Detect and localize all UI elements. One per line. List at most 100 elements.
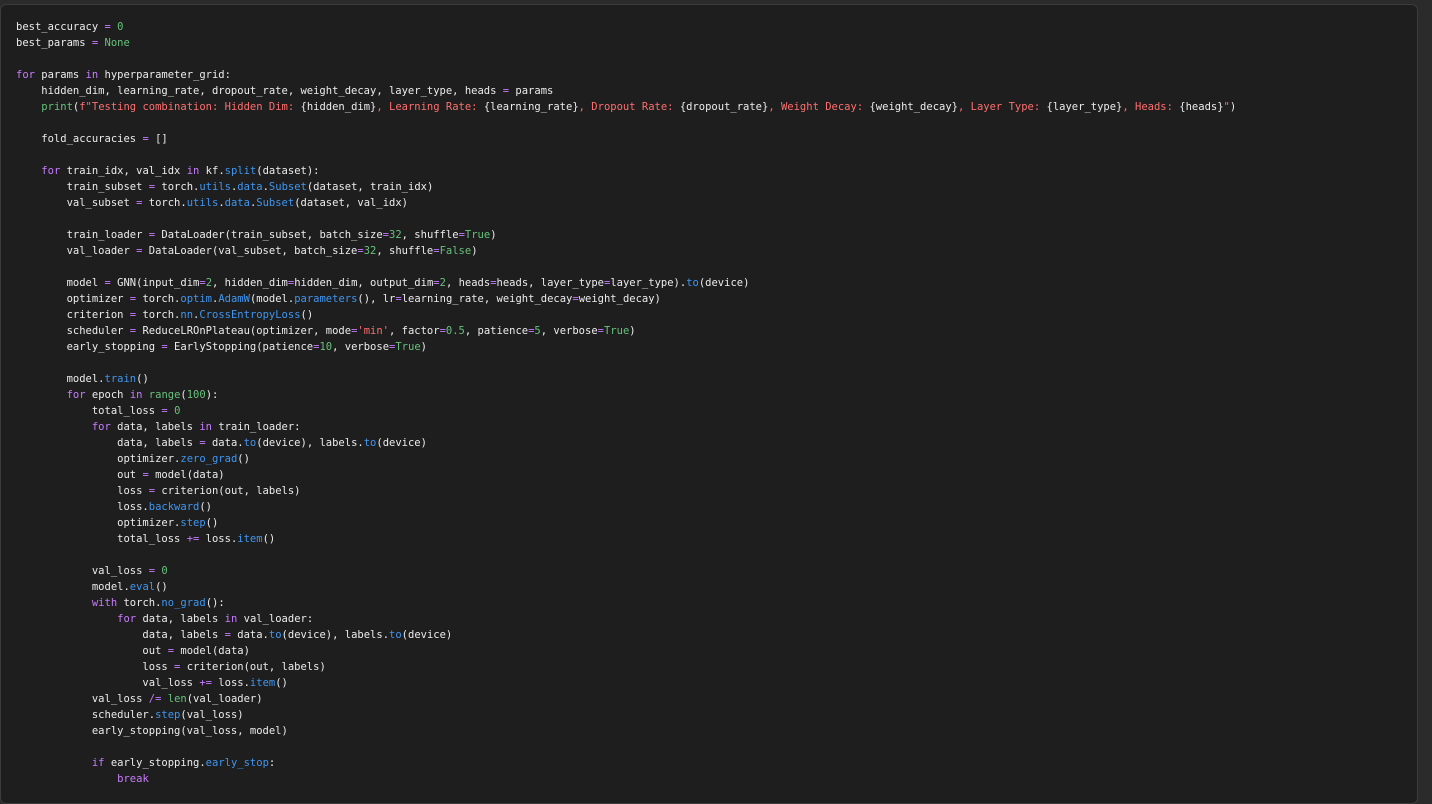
code-token: , Weight Decay:: [768, 101, 870, 113]
code-token: (): [300, 309, 314, 321]
code-token: in: [129, 389, 143, 401]
code-token: (dataset):: [256, 165, 320, 177]
code-token: , hidden_dim: [212, 277, 288, 289]
code-token: (): [199, 501, 212, 513]
code-token: data.: [230, 629, 269, 641]
code-token: (): [275, 677, 288, 689]
code-token: []: [148, 133, 168, 145]
code-token: loss.: [211, 677, 250, 689]
code-token: to: [243, 437, 257, 449]
code-token: , Learning Rate:: [376, 101, 484, 113]
code-token: (dataset, val_idx): [294, 197, 408, 209]
code-line: scheduler.step(val_loss): [16, 707, 1236, 723]
code-line: train_subset = torch.utils.data.Subset(d…: [16, 179, 1236, 195]
code-line: best_accuracy = 0: [16, 19, 1236, 35]
code-token: loss: [16, 661, 175, 673]
code-token: data, labels: [136, 613, 225, 625]
code-line: for train_idx, val_idx in kf.split(datas…: [16, 163, 1236, 179]
code-token: data: [224, 197, 250, 209]
code-token: step: [155, 709, 181, 721]
code-token: hyperparameter_grid:: [98, 69, 231, 81]
code-token: val_loss: [16, 565, 149, 577]
code-token: val_loader:: [237, 613, 314, 625]
code-token: print: [41, 101, 73, 113]
code-token: item: [237, 533, 263, 545]
code-token: optimizer: [16, 293, 130, 305]
code-line: with torch.no_grad():: [16, 595, 1236, 611]
code-token: eval: [129, 581, 156, 593]
code-token: optimizer.: [16, 517, 181, 529]
code-token: for: [41, 165, 61, 177]
code-token: AdamW: [218, 293, 250, 305]
code-line: for data, labels in val_loader:: [16, 611, 1236, 627]
code-token: torch.: [136, 309, 181, 321]
code-token: (), lr: [357, 293, 396, 305]
code-line: model.train(): [16, 371, 1236, 387]
code-line: model = GNN(input_dim=2, hidden_dim=hidd…: [16, 275, 1236, 291]
code-line: total_loss += loss.item(): [16, 531, 1236, 547]
code-token: heads, layer_type: [496, 277, 604, 289]
code-token: train_loader:: [212, 421, 301, 433]
code-token: zero_grad: [180, 453, 238, 465]
code-token: scheduler.: [16, 709, 156, 721]
code-token: split: [224, 165, 257, 177]
code-token: val_loader: [16, 245, 137, 257]
code-token: {dropout_rate}: [679, 101, 769, 113]
code-line: optimizer.step(): [16, 515, 1236, 531]
code-token: (): [155, 581, 168, 593]
code-token: params: [509, 85, 554, 97]
code-token: early_stopping.: [104, 757, 206, 769]
code-token: data, labels: [110, 421, 200, 433]
code-token: Subset: [256, 197, 295, 209]
code-line: optimizer = torch.optim.AdamW(model.para…: [16, 291, 1236, 307]
code-token: criterion: [16, 309, 130, 321]
code-token: torch.: [155, 181, 200, 193]
code-token: (device): [698, 277, 750, 289]
code-token: out: [16, 645, 168, 657]
code-token: EarlyStopping(patience: [167, 341, 314, 353]
code-line: model.eval(): [16, 579, 1236, 595]
code-token: criterion(out, labels): [180, 661, 326, 673]
code-token: True: [464, 229, 491, 241]
code-token: ): [471, 245, 478, 257]
code-token: (): [262, 533, 276, 545]
code-token: model(data): [174, 645, 250, 657]
code-line: print(f"Testing combination: Hidden Dim:…: [16, 99, 1236, 115]
code-token: 0: [161, 565, 168, 577]
code-token: model: [16, 277, 105, 289]
code-token: data.: [205, 437, 244, 449]
code-token: Subset: [268, 181, 307, 193]
code-token: ():: [205, 597, 225, 609]
code-token: backward: [148, 501, 200, 513]
code-token: torch.: [117, 597, 162, 609]
code-token: for: [117, 613, 137, 625]
code-token: +=: [186, 533, 200, 545]
code-token: +=: [199, 677, 212, 689]
code-token: optimizer.: [16, 453, 181, 465]
code-token: params: [34, 69, 86, 81]
code-token: loss: [16, 485, 149, 497]
code-token: (val_loader): [186, 693, 263, 705]
code-token: {heads}: [1179, 101, 1224, 113]
code-token: in: [199, 421, 212, 433]
code-token: in: [85, 69, 99, 81]
code-token: 'min': [357, 325, 389, 337]
code-token: 100: [186, 389, 206, 401]
code-line: out = model(data): [16, 643, 1236, 659]
code-token: :: [268, 757, 276, 769]
code-token: ): [1229, 101, 1237, 113]
code-token: item: [249, 677, 276, 689]
code-token: f"Testing combination: Hidden Dim:: [79, 101, 301, 113]
code-token: early_stopping: [16, 341, 162, 353]
code-token: weight_decay): [578, 293, 661, 305]
code-token: (val_loss): [180, 709, 244, 721]
code-token: ReduceLROnPlateau(optimizer, mode: [136, 325, 352, 337]
